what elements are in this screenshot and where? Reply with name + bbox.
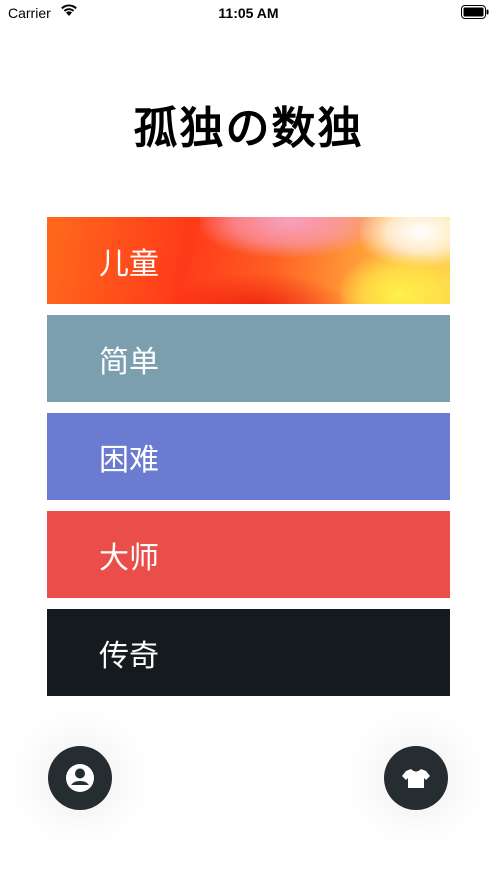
tshirt-icon	[402, 769, 430, 788]
level-button-easy[interactable]: 简单	[47, 315, 450, 402]
difficulty-menu: 儿童 简单 困难 大师 传奇	[47, 217, 450, 707]
user-icon	[66, 764, 94, 792]
level-label: 传奇	[99, 638, 159, 674]
battery-icon	[461, 5, 489, 22]
decor	[340, 254, 450, 304]
status-bar: Carrier 11:05 AM	[0, 0, 497, 26]
profile-button[interactable]	[48, 746, 112, 810]
skin-button[interactable]	[384, 746, 448, 810]
level-button-hard[interactable]: 困难	[47, 413, 450, 500]
app-title: 孤独の数独	[133, 103, 364, 154]
level-button-kids[interactable]: 儿童	[47, 217, 450, 304]
level-label: 简单	[99, 344, 159, 380]
level-label: 困难	[99, 442, 159, 478]
clock: 11:05 AM	[218, 5, 279, 21]
level-label: 大师	[99, 540, 159, 576]
level-button-master[interactable]: 大师	[47, 511, 450, 598]
decor	[200, 217, 380, 257]
level-button-legend[interactable]: 传奇	[47, 609, 450, 696]
decor	[167, 274, 347, 304]
level-label: 儿童	[99, 246, 159, 282]
